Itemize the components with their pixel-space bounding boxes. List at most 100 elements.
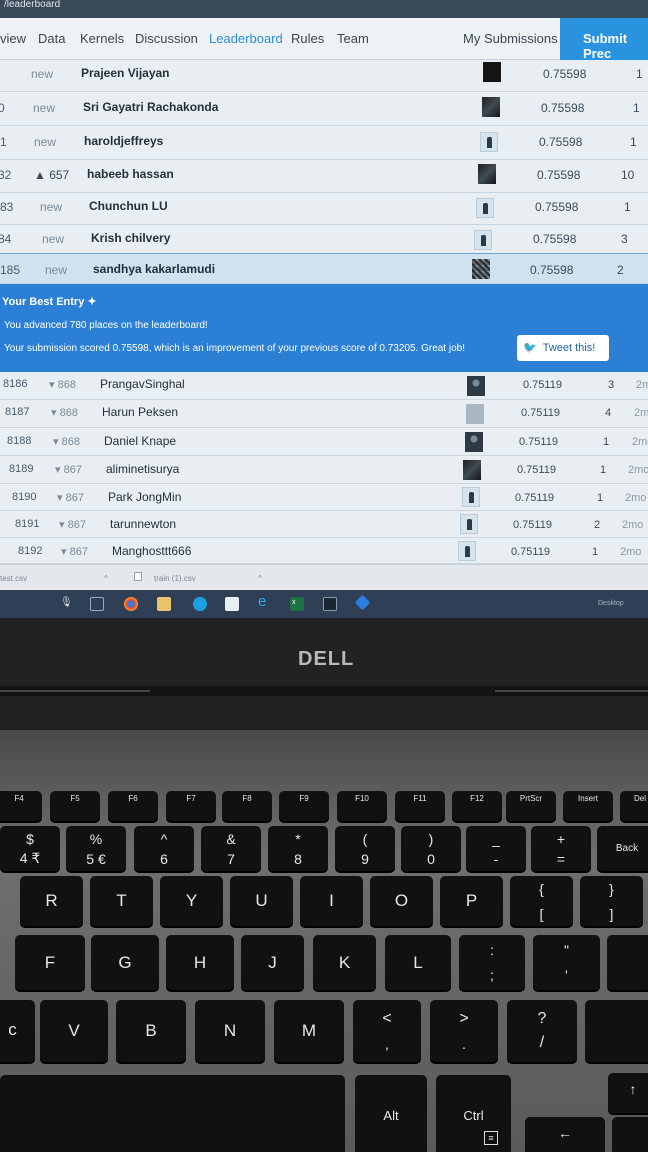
- tab-rules[interactable]: Rules: [291, 31, 324, 46]
- team-avatar[interactable]: [467, 376, 485, 396]
- team-name[interactable]: tarunnewton: [110, 517, 176, 531]
- key-f6[interactable]: F6: [108, 791, 158, 821]
- team-name[interactable]: Manghosttt666: [112, 544, 191, 558]
- team-name[interactable]: sandhya kakarlamudi: [93, 262, 215, 276]
- key-comma[interactable]: <,: [353, 1000, 421, 1062]
- document-icon[interactable]: [225, 597, 239, 611]
- key-h[interactable]: H: [166, 935, 234, 990]
- team-name[interactable]: Harun Peksen: [102, 405, 178, 419]
- key-f[interactable]: F: [15, 935, 85, 990]
- edge-icon[interactable]: e: [258, 593, 272, 610]
- key-arrow-down[interactable]: [612, 1117, 648, 1152]
- team-name[interactable]: haroldjeffreys: [84, 134, 163, 148]
- key-5[interactable]: % 5 €: [66, 826, 126, 871]
- key-p[interactable]: P: [440, 876, 503, 926]
- submit-predictions-button[interactable]: Submit Prec: [560, 18, 648, 61]
- file-explorer-icon[interactable]: [157, 597, 171, 611]
- key-slash[interactable]: ? /: [507, 1000, 577, 1062]
- key-ctrl[interactable]: Ctrl ≡: [436, 1075, 511, 1152]
- window-icon[interactable]: [323, 597, 337, 611]
- key-v[interactable]: V: [40, 1000, 108, 1062]
- team-name[interactable]: Krish chilvery: [91, 231, 170, 245]
- key-f5[interactable]: F5: [50, 791, 100, 821]
- team-avatar[interactable]: [474, 230, 492, 250]
- team-avatar[interactable]: [472, 259, 490, 279]
- tab-kernels[interactable]: Kernels: [80, 31, 124, 46]
- team-avatar[interactable]: [482, 97, 500, 117]
- key-minus[interactable]: _ -: [466, 826, 526, 871]
- key-r[interactable]: R: [20, 876, 83, 926]
- download-item-train[interactable]: train (1).csv: [154, 574, 196, 583]
- team-avatar[interactable]: [478, 164, 496, 184]
- chevron-up-icon[interactable]: ^: [258, 574, 262, 583]
- key-0[interactable]: ) 0: [401, 826, 461, 871]
- key-7[interactable]: & 7: [201, 826, 261, 871]
- key-quote[interactable]: " ': [533, 935, 600, 990]
- key-bracket-right[interactable]: }]: [580, 876, 643, 926]
- key-n[interactable]: N: [195, 1000, 265, 1062]
- tab-data[interactable]: Data: [38, 31, 65, 46]
- key-enter[interactable]: [607, 935, 648, 990]
- key-arrow-left[interactable]: ←: [525, 1117, 605, 1152]
- key-y[interactable]: Y: [160, 876, 223, 926]
- key-period[interactable]: >.: [430, 1000, 498, 1062]
- key-backspace[interactable]: Back: [597, 826, 648, 871]
- key-space[interactable]: [0, 1075, 345, 1152]
- team-name[interactable]: Daniel Knape: [104, 434, 176, 448]
- team-avatar[interactable]: [462, 487, 480, 507]
- key-i[interactable]: I: [300, 876, 363, 926]
- microphone-icon[interactable]: 🎙: [60, 597, 74, 611]
- key-shift-right[interactable]: [585, 1000, 648, 1062]
- key-b[interactable]: B: [116, 1000, 186, 1062]
- key-f4[interactable]: F4: [0, 791, 42, 821]
- tab-discussion[interactable]: Discussion: [135, 31, 198, 46]
- key-u[interactable]: U: [230, 876, 293, 926]
- task-view-icon[interactable]: [90, 597, 104, 611]
- key-k[interactable]: K: [313, 935, 376, 990]
- key-t[interactable]: T: [90, 876, 153, 926]
- key-f9[interactable]: F9: [279, 791, 329, 821]
- key-8[interactable]: * 8: [268, 826, 328, 871]
- key-f11[interactable]: F11: [395, 791, 445, 821]
- chevron-up-icon[interactable]: ^: [104, 574, 108, 583]
- team-avatar[interactable]: [460, 514, 478, 534]
- key-arrow-up[interactable]: ↑: [608, 1073, 648, 1113]
- key-delete[interactable]: Del: [620, 791, 648, 821]
- key-bracket-left[interactable]: {[: [510, 876, 573, 926]
- download-item-test[interactable]: test.csv: [0, 574, 27, 583]
- key-equals[interactable]: + =: [531, 826, 591, 871]
- team-name[interactable]: aliminetisurya: [106, 462, 179, 476]
- desktop-label[interactable]: Desktop: [598, 600, 624, 607]
- key-o[interactable]: O: [370, 876, 433, 926]
- key-insert[interactable]: Insert: [563, 791, 613, 821]
- key-c[interactable]: c: [0, 1000, 35, 1062]
- key-l[interactable]: L: [385, 935, 451, 990]
- key-f8[interactable]: F8: [222, 791, 272, 821]
- team-avatar[interactable]: [458, 541, 476, 561]
- excel-icon[interactable]: x: [290, 597, 304, 611]
- key-m[interactable]: M: [274, 1000, 344, 1062]
- store-icon[interactable]: [193, 597, 207, 611]
- team-name[interactable]: PrangavSinghal: [100, 377, 185, 391]
- my-submissions-link[interactable]: My Submissions: [463, 31, 558, 46]
- key-f12[interactable]: F12: [452, 791, 502, 821]
- team-avatar[interactable]: [466, 404, 484, 424]
- chrome-icon[interactable]: [124, 597, 138, 611]
- team-name[interactable]: habeeb hassan: [87, 167, 174, 181]
- key-f7[interactable]: F7: [166, 791, 216, 821]
- key-6[interactable]: ^ 6: [134, 826, 194, 871]
- key-j[interactable]: J: [241, 935, 304, 990]
- team-name[interactable]: Park JongMin: [108, 490, 181, 504]
- tab-team[interactable]: Team: [337, 31, 369, 46]
- team-name[interactable]: Chunchun LU: [89, 199, 168, 213]
- team-name[interactable]: Prajeen Vijayan: [81, 66, 170, 80]
- key-f10[interactable]: F10: [337, 791, 387, 821]
- team-avatar[interactable]: [476, 198, 494, 218]
- key-4[interactable]: $4 ₹: [0, 826, 60, 871]
- url-bar[interactable]: /leaderboard: [0, 0, 648, 18]
- tweet-button[interactable]: 🐦 Tweet this!: [517, 335, 609, 361]
- tab-overview[interactable]: view: [0, 31, 26, 46]
- team-name[interactable]: Sri Gayatri Rachakonda: [83, 100, 218, 114]
- team-avatar[interactable]: [465, 432, 483, 452]
- key-alt[interactable]: Alt: [355, 1075, 427, 1152]
